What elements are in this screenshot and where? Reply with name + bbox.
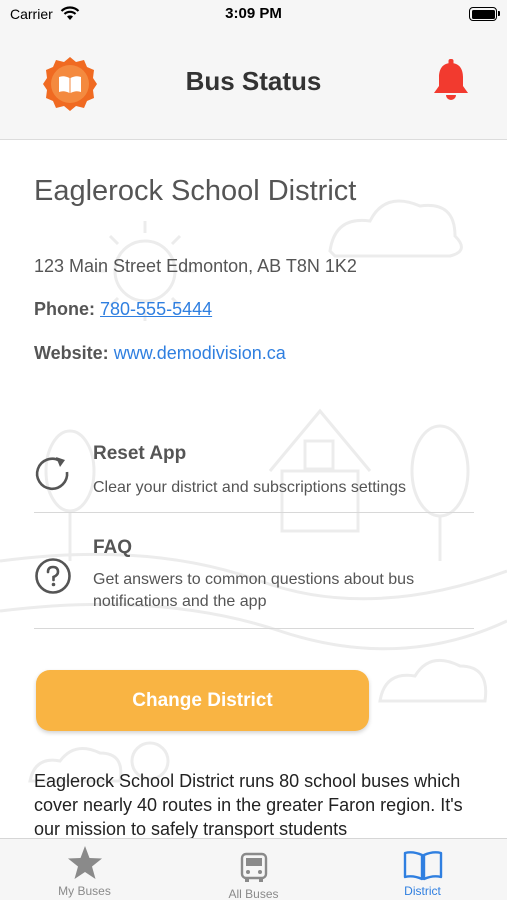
faq-description: Get answers to common questions about bu…: [93, 571, 415, 610]
district-content[interactable]: Eaglerock School District 123 Main Stree…: [0, 141, 507, 838]
district-name: Eaglerock School District: [34, 175, 357, 207]
reset-app-title: Reset App: [93, 443, 187, 464]
website-row: Website: www.demodivision.ca: [34, 343, 286, 364]
tab-all-buses[interactable]: All Buses: [169, 839, 338, 900]
battery-icon: [469, 7, 500, 21]
bell-icon[interactable]: [431, 58, 471, 102]
status-time: 3:09 PM: [225, 5, 282, 22]
book-icon: [403, 851, 442, 881]
faq-row[interactable]: FAQ Get answers to common questions abou…: [34, 537, 474, 629]
website-label: Website:: [34, 343, 109, 363]
bus-icon: [240, 852, 267, 882]
phone-row: Phone: 780-555-5444: [34, 299, 212, 320]
question-icon: [35, 558, 71, 594]
tab-district-label: District: [404, 884, 441, 898]
phone-link[interactable]: 780-555-5444: [100, 299, 212, 319]
district-description: Eaglerock School District runs 80 school…: [34, 771, 463, 838]
district-address: 123 Main Street Edmonton, AB T8N 1K2: [34, 256, 357, 276]
phone-label: Phone:: [34, 299, 95, 319]
website-link[interactable]: www.demodivision.ca: [114, 343, 286, 363]
tab-district[interactable]: District: [338, 839, 507, 900]
faq-title: FAQ: [93, 537, 133, 558]
tab-all-buses-label: All Buses: [228, 887, 279, 900]
tab-bar: My Buses All Buses District: [0, 838, 507, 900]
status-bar: Carrier 3:09 PM: [0, 0, 507, 30]
tab-my-buses[interactable]: My Buses: [0, 839, 169, 900]
reset-app-description: Clear your district and subscriptions se…: [93, 479, 407, 496]
star-icon: [67, 846, 102, 879]
nav-bar: Bus Status: [0, 30, 507, 140]
change-district-button[interactable]: Change District: [36, 670, 369, 731]
reset-app-row[interactable]: Reset App Clear your district and subscr…: [34, 443, 474, 513]
tab-my-buses-label: My Buses: [58, 884, 111, 898]
refresh-icon: [35, 457, 69, 491]
